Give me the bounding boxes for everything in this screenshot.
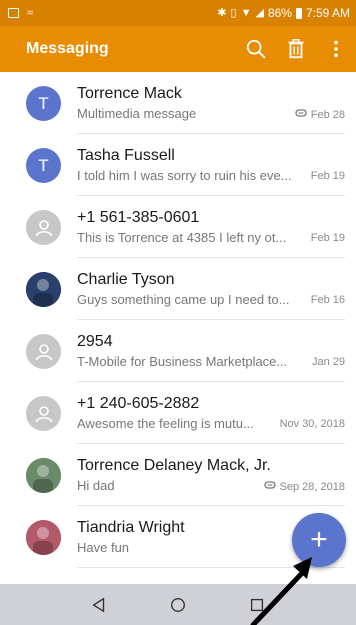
message-meta: Sep 28, 2018 <box>263 480 345 493</box>
person-icon <box>35 405 52 422</box>
bluetooth-icon: ✱ <box>217 6 227 19</box>
message-meta: Nov 30, 2018 <box>280 418 345 430</box>
battery-icon <box>295 7 302 19</box>
search-icon <box>246 39 266 59</box>
status-bar: ≈ ✱ ▯ ▼ ◢ 86% 7:59 AM <box>0 0 356 26</box>
message-preview: I told him I was sorry to ruin his eve..… <box>77 168 292 183</box>
clock: 7:59 AM <box>305 6 350 20</box>
contact-name: Torrence Mack <box>77 85 182 102</box>
delete-icon <box>288 39 304 59</box>
message-date: Feb 19 <box>310 170 345 182</box>
message-preview: Have fun <box>77 540 130 555</box>
plus-icon: + <box>310 523 328 556</box>
signal-icon: ◢ <box>255 6 264 19</box>
home-button[interactable] <box>158 585 198 625</box>
message-preview: Guys something came up I need to... <box>77 292 290 307</box>
avatar-letter: T <box>38 155 49 175</box>
more-vert-icon <box>334 40 338 58</box>
back-button[interactable] <box>79 585 119 625</box>
conversation-row[interactable]: T Torrence Mack Multimedia message Feb 28 <box>0 72 356 134</box>
conversation-row[interactable]: +1 561-385-0601 This is Torrence at 4385 … <box>0 196 356 258</box>
status-bar-left: ≈ <box>8 6 34 19</box>
contact-name: Tasha Fussell <box>77 147 175 164</box>
contact-name: Charlie Tyson <box>77 271 175 288</box>
app-bar-actions <box>236 29 356 69</box>
back-icon <box>92 596 105 613</box>
message-date: Feb 28 <box>310 108 345 121</box>
home-icon <box>171 597 185 612</box>
message-date: Nov 30, 2018 <box>279 418 345 430</box>
photo-avatar[interactable] <box>26 458 61 493</box>
system-nav-bar <box>0 584 356 625</box>
conversation-row[interactable]: +1 240-605-2882 Awesome the feeling is mu… <box>0 382 356 444</box>
app-bar: Messaging <box>0 26 356 72</box>
more-options-button[interactable] <box>316 29 356 69</box>
gallery-notification-icon <box>8 8 19 18</box>
conversation-list[interactable]: T Torrence Mack Multimedia message Feb 28 T T… <box>0 72 356 584</box>
message-meta: Feb 28 <box>295 108 345 121</box>
attachment-icon <box>295 108 307 121</box>
message-preview: Awesome the feeling is mutu... <box>77 416 254 431</box>
contact-name: +1 240-605-2882 <box>77 395 200 412</box>
search-button[interactable] <box>236 29 276 69</box>
conversation-row[interactable]: Torrence Delaney Mack, Jr. Hi dad Sep 28, … <box>0 444 356 506</box>
person-icon <box>35 219 52 236</box>
letter-avatar[interactable]: T <box>26 86 61 121</box>
conversation-row[interactable]: 2954 T-Mobile for Business Marketplace...… <box>0 320 356 382</box>
recents-button[interactable] <box>237 585 277 625</box>
attachment-icon <box>263 480 276 493</box>
message-meta: Feb 19 <box>311 232 345 244</box>
contact-name: 2954 <box>77 333 113 350</box>
photo-avatar-image <box>26 520 61 555</box>
person-icon <box>35 343 52 360</box>
contact-avatar[interactable] <box>26 210 61 245</box>
photo-avatar-image <box>26 458 61 493</box>
vibrate-icon: ▯ <box>230 6 237 19</box>
photo-avatar[interactable] <box>26 272 61 307</box>
message-preview: This is Torrence at 4385 I left ny ot... <box>77 230 287 245</box>
message-preview: T-Mobile for Business Marketplace... <box>77 354 288 369</box>
wifi-icon: ▼ <box>240 6 252 19</box>
message-date: Feb 19 <box>310 232 345 244</box>
message-preview: Hi dad <box>77 478 115 493</box>
photo-avatar[interactable] <box>26 520 61 555</box>
contact-avatar[interactable] <box>26 396 61 431</box>
recents-icon <box>250 598 263 611</box>
message-date: Sep 28, 2018 <box>279 480 345 493</box>
message-date: Jan 29 <box>311 356 345 368</box>
contact-name: Torrence Delaney Mack, Jr. <box>77 457 271 474</box>
avatar-letter: T <box>38 93 49 113</box>
battery-percent: 86% <box>267 6 292 20</box>
contact-name: Tiandria Wright <box>77 519 185 536</box>
wifi-notification-icon: ≈ <box>27 6 34 19</box>
row-divider <box>77 567 345 568</box>
message-meta: Feb 19 <box>311 170 345 182</box>
photo-avatar-image <box>26 272 61 307</box>
message-meta: Jan 29 <box>312 356 345 368</box>
conversation-row[interactable]: T Tasha Fussell I told him I was sorry to … <box>0 134 356 196</box>
app-title: Messaging <box>26 40 109 57</box>
new-message-button[interactable]: + <box>292 513 346 567</box>
contact-avatar[interactable] <box>26 334 61 369</box>
conversation-row[interactable]: Charlie Tyson Guys something came up I ne… <box>0 258 356 320</box>
delete-button[interactable] <box>276 29 316 69</box>
status-bar-right: ✱ ▯ ▼ ◢ 86% 7:59 AM <box>217 6 350 20</box>
message-meta: Feb 16 <box>311 294 345 306</box>
message-date: Feb 16 <box>310 294 345 306</box>
letter-avatar[interactable]: T <box>26 148 61 183</box>
contact-name: +1 561-385-0601 <box>77 209 200 226</box>
message-preview: Multimedia message <box>77 106 197 121</box>
